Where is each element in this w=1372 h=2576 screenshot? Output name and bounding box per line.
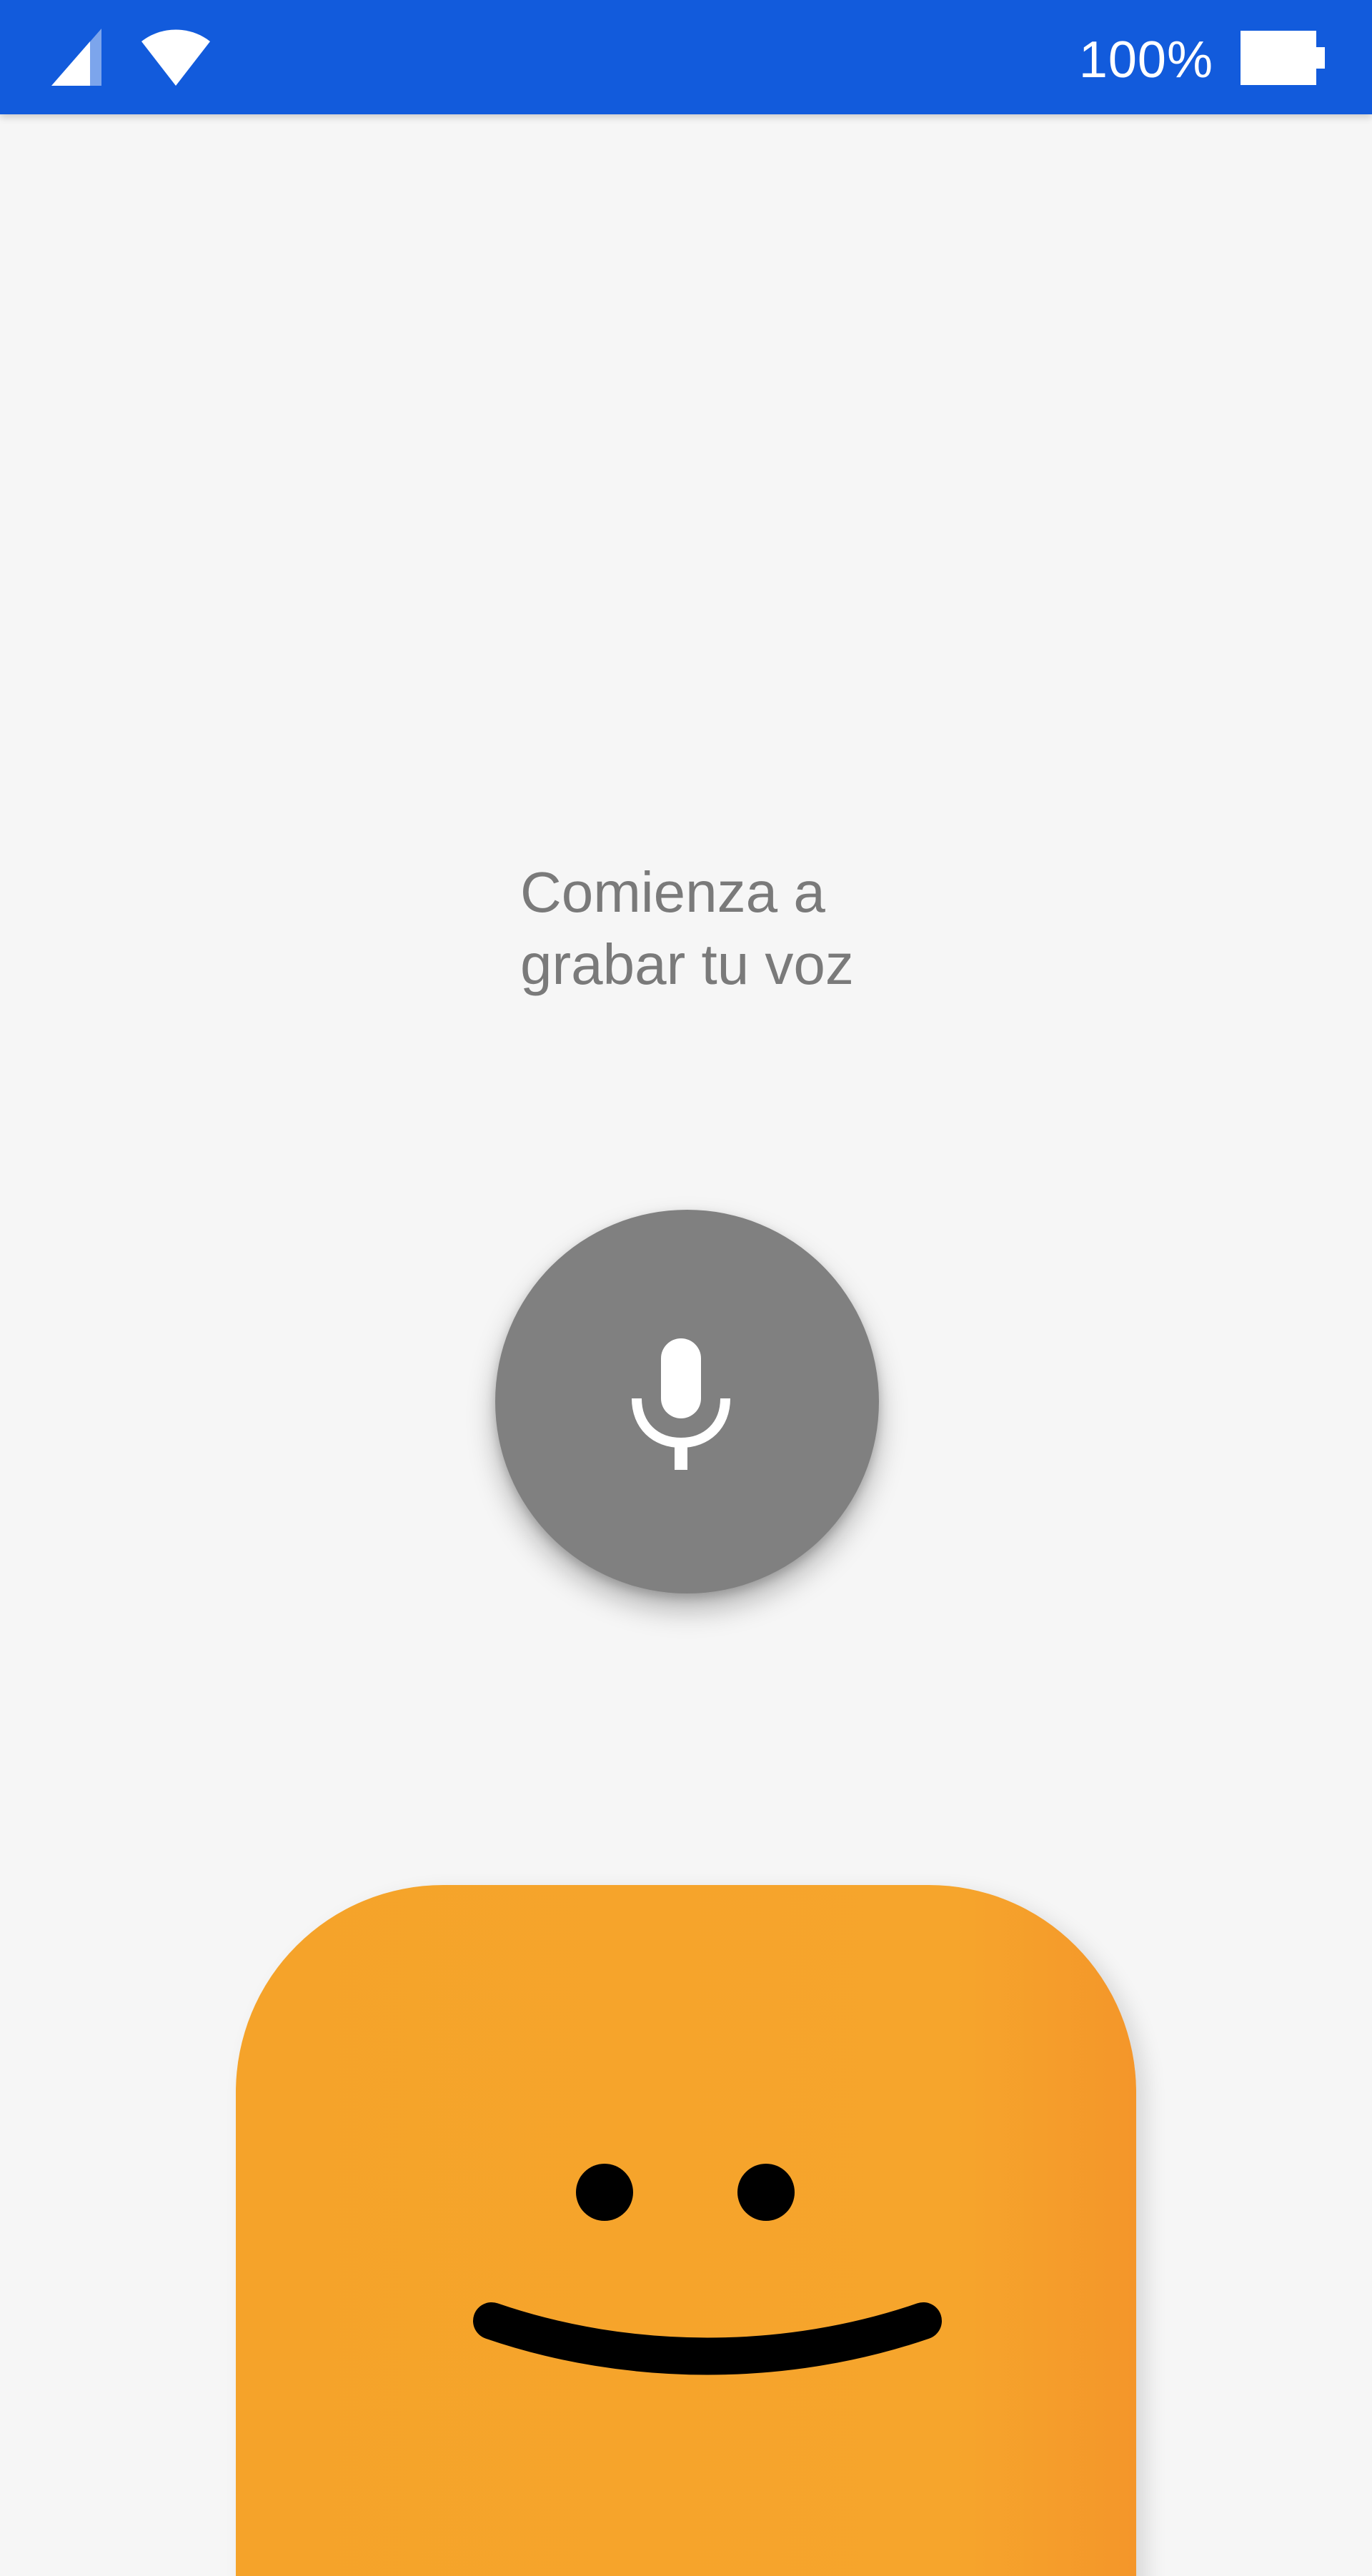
microphone-icon <box>632 1338 730 1470</box>
record-prompt-text: Comienza a grabar tu voz <box>520 856 949 1000</box>
prompt-line-1: Comienza a <box>520 860 825 924</box>
mascot-character <box>236 1885 1136 2576</box>
cellular-signal-icon <box>51 29 101 86</box>
battery-full-icon <box>1241 31 1325 85</box>
wifi-icon <box>141 29 210 86</box>
voice-recorder-screen: 100% Comienza a grabar tu voz <box>0 0 1372 2576</box>
prompt-line-2: grabar tu voz <box>520 933 854 996</box>
smiling-face-icon <box>473 2164 942 2375</box>
battery-percentage: 100% <box>1078 31 1213 89</box>
record-button[interactable] <box>495 1210 879 1593</box>
status-bar: 100% <box>0 0 1372 114</box>
